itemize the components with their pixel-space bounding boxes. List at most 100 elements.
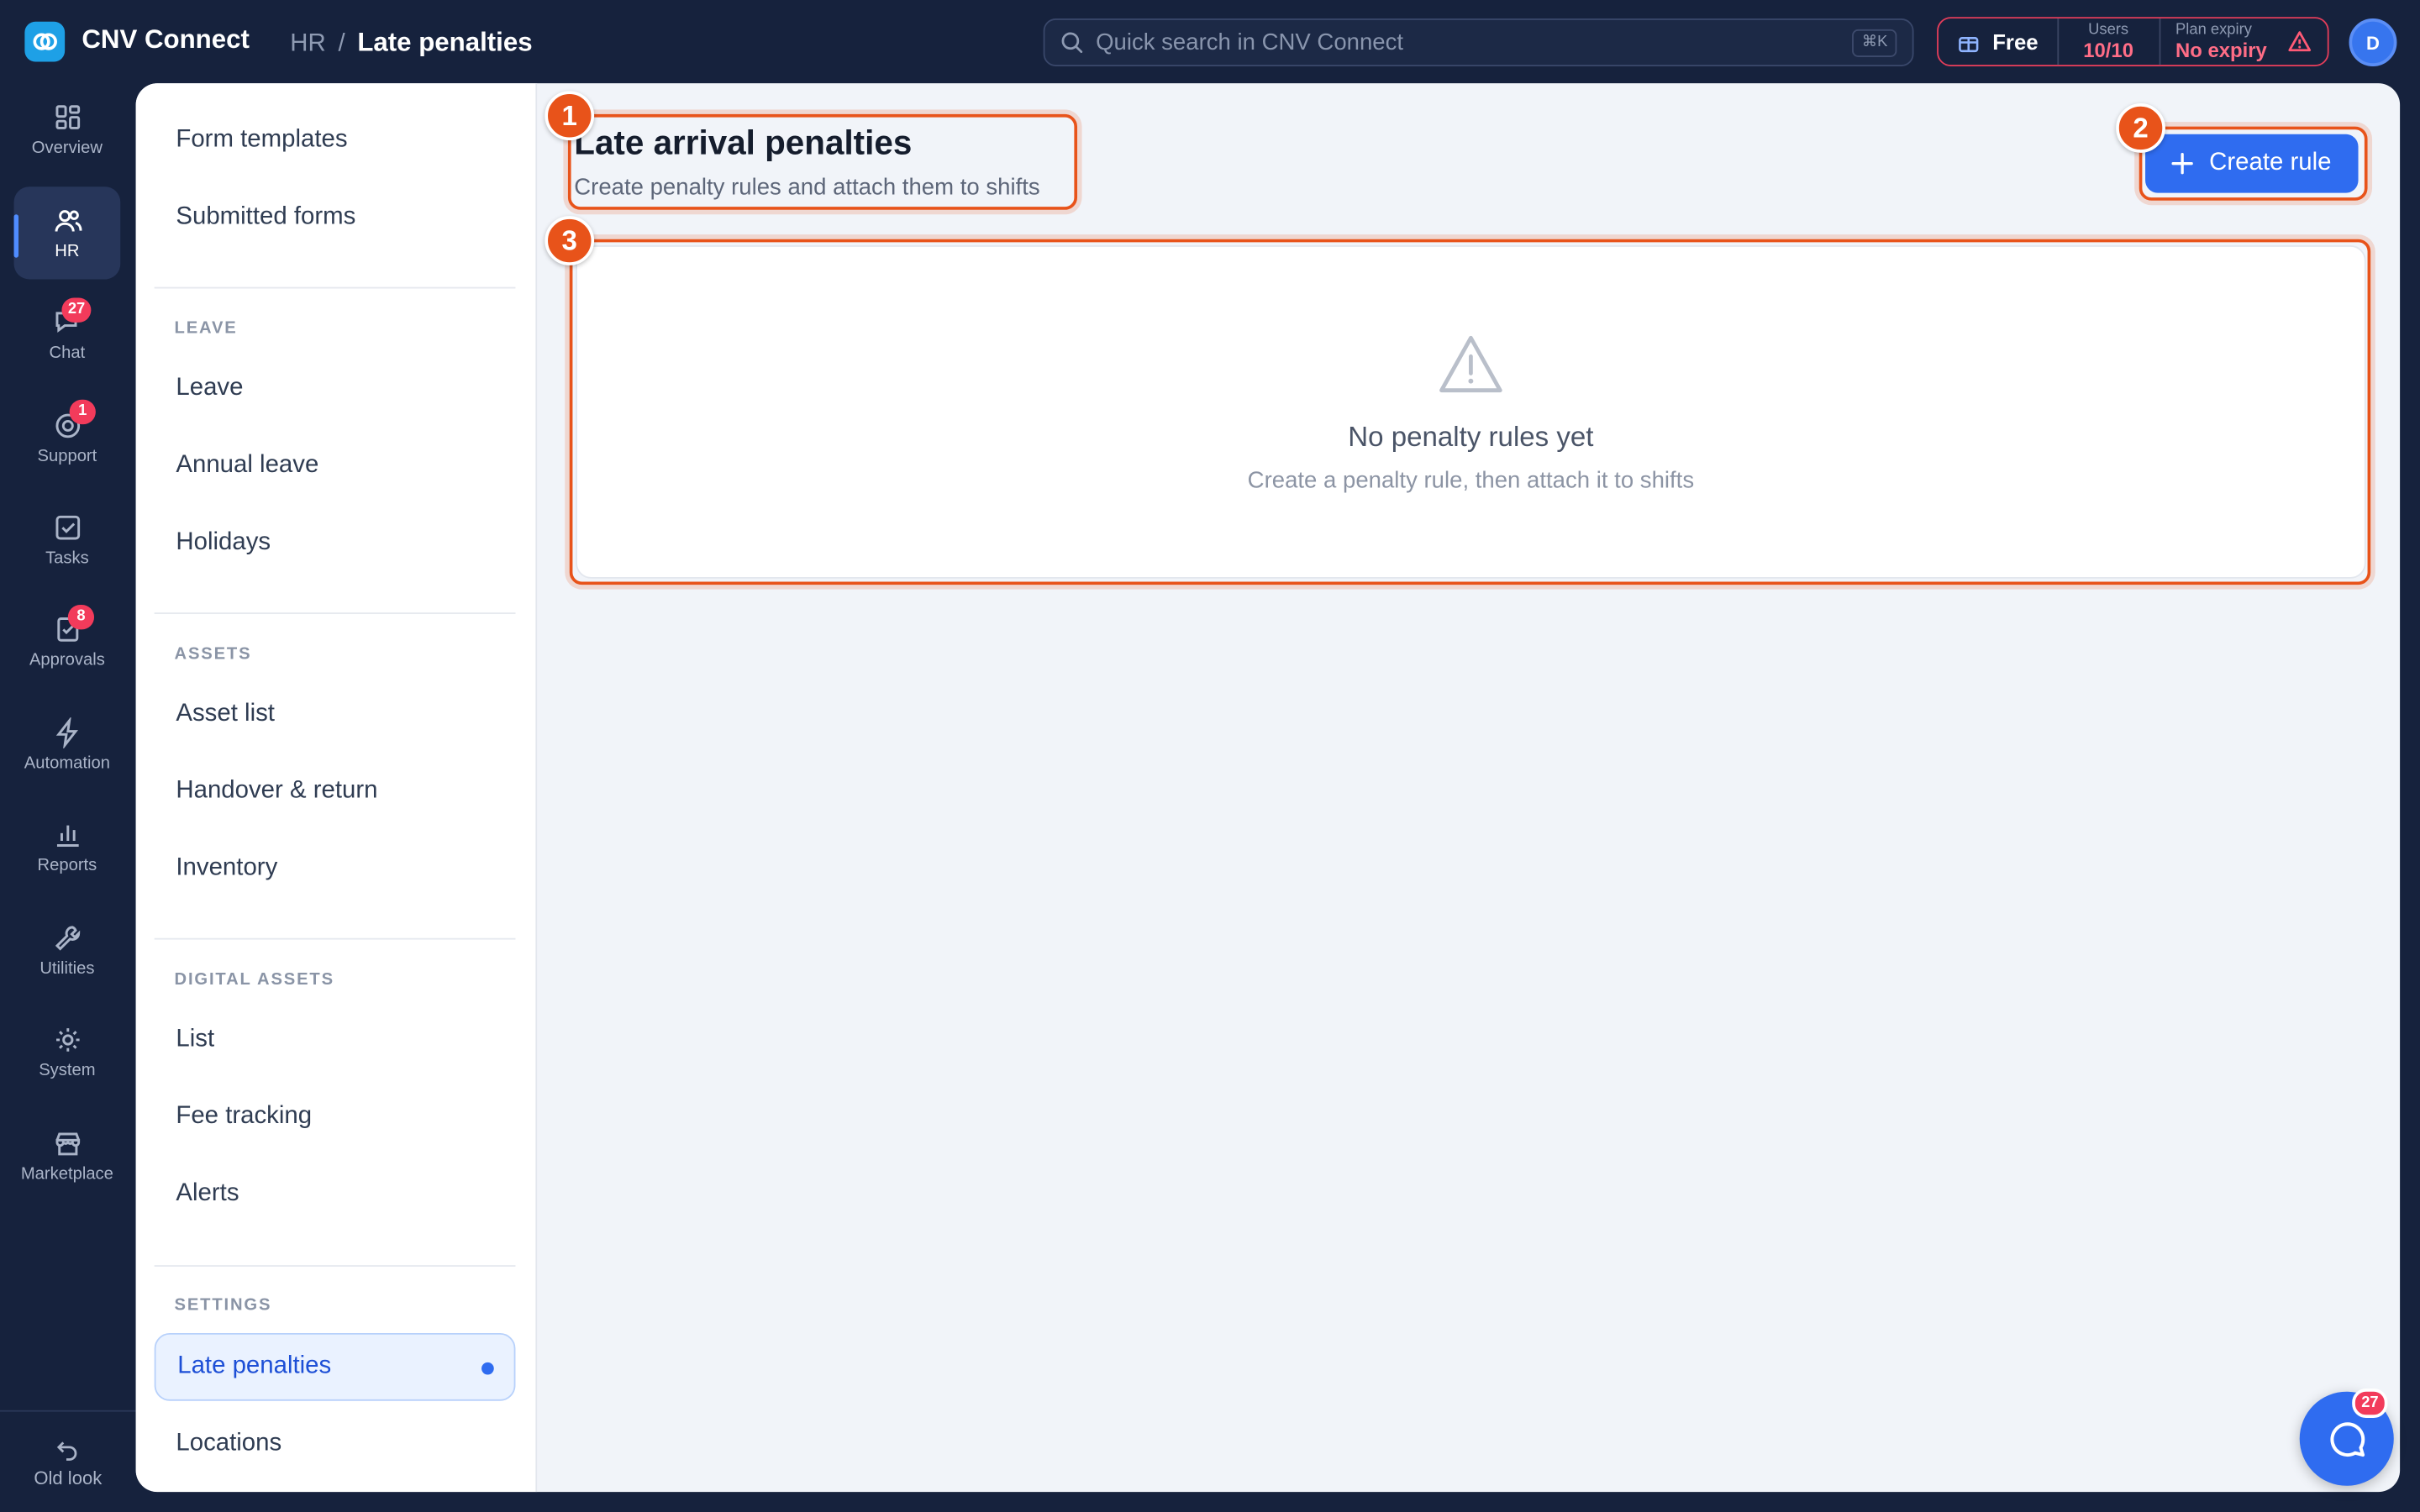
- chat-badge: 27: [61, 297, 92, 323]
- rail-item-hr[interactable]: HR: [13, 186, 121, 280]
- sidebar-item-locations[interactable]: Locations: [155, 1410, 516, 1478]
- sidebar-item-submitted-forms[interactable]: Submitted forms: [155, 184, 516, 252]
- sidebar-item-list[interactable]: List: [155, 1006, 516, 1074]
- sidebar-item-annual-leave[interactable]: Annual leave: [155, 432, 516, 500]
- hr-sidebar: Form templates Submitted forms LEAVE Lea…: [135, 83, 538, 1493]
- warning-triangle-icon: [1439, 335, 1502, 393]
- sidebar-divider: [154, 1265, 516, 1267]
- empty-state-title: No penalty rules yet: [1348, 421, 1594, 453]
- sidebar-item-inventory[interactable]: Inventory: [155, 835, 516, 903]
- breadcrumb-root[interactable]: HR: [290, 31, 325, 59]
- chat-bubble-icon: [2329, 1421, 2365, 1457]
- sidebar-divider: [154, 612, 516, 615]
- rail-item-chat[interactable]: 27 Chat: [14, 288, 121, 381]
- top-bar: CNV Connect HR / Late penalties ⌘K Free …: [0, 0, 2420, 83]
- sidebar-item-asset-list[interactable]: Asset list: [155, 680, 516, 748]
- breadcrumb: HR / Late penalties: [290, 28, 532, 59]
- sidebar-item-label: Asset list: [176, 700, 275, 727]
- sidebar-item-label: Form templates: [176, 126, 348, 153]
- plan-badge[interactable]: Free: [1939, 18, 2059, 66]
- sidebar-item-label: Holidays: [176, 529, 271, 556]
- users-count: Users 10/10: [2058, 18, 2160, 66]
- sidebar-item-label: Fee tracking: [176, 1103, 313, 1130]
- sidebar-item-label: Alerts: [176, 1180, 239, 1207]
- sidebar-item-label: Locations: [176, 1430, 282, 1457]
- search-shortcut: ⌘K: [1852, 29, 1897, 57]
- create-rule-button[interactable]: Create rule: [2145, 134, 2359, 193]
- sidebar-item-label: Submitted forms: [176, 203, 356, 230]
- app-rail: Overview HR 27 Chat 1 Support Tasks 8 Ap…: [0, 83, 136, 1512]
- chat-fab[interactable]: 27: [2299, 1389, 2394, 1486]
- active-indicator-dot: [481, 1362, 494, 1375]
- rail-item-tasks[interactable]: Tasks: [14, 494, 121, 586]
- rail-label: Tasks: [45, 549, 89, 568]
- annotation-marker-1: 1: [544, 91, 595, 141]
- users-label: Users: [2088, 21, 2129, 39]
- sidebar-item-label: Late penalties: [177, 1352, 332, 1380]
- rail-item-automation[interactable]: Automation: [14, 699, 121, 791]
- rail-label: Approvals: [29, 651, 105, 670]
- rail-label: Reports: [37, 856, 97, 875]
- chat-fab-badge: 27: [2352, 1389, 2388, 1418]
- expiry-value: No expiry: [2175, 38, 2267, 62]
- sidebar-item-holidays[interactable]: Holidays: [155, 509, 516, 577]
- user-avatar[interactable]: D: [2349, 18, 2397, 66]
- sidebar-item-leave[interactable]: Leave: [155, 354, 516, 423]
- content-area: Late arrival penalties Create penalty ru…: [537, 83, 2400, 1492]
- section-heading-settings: SETTINGS: [174, 1295, 272, 1315]
- grid-icon: [55, 105, 80, 129]
- rail-label: HR: [55, 242, 80, 261]
- plan-status[interactable]: Free Users 10/10 Plan expiry No expiry: [1937, 17, 2329, 66]
- annotation-marker-2: 2: [2116, 103, 2165, 153]
- plus-icon: [2172, 153, 2194, 175]
- old-look-label: Old look: [34, 1466, 103, 1488]
- empty-state-card: No penalty rules yet Create a penalty ru…: [576, 245, 2366, 579]
- sidebar-item-label: Inventory: [176, 854, 278, 881]
- rail-item-support[interactable]: 1 Support: [14, 392, 121, 485]
- empty-state-icon-wrap: [577, 333, 2365, 403]
- rail-label: Marketplace: [20, 1164, 113, 1184]
- sidebar-item-label: Annual leave: [176, 452, 319, 479]
- plan-name: Free: [1992, 29, 2039, 55]
- search-input[interactable]: [1096, 29, 1822, 56]
- sidebar-item-fee-tracking[interactable]: Fee tracking: [155, 1083, 516, 1151]
- rail-label: Automation: [24, 754, 111, 774]
- section-heading-assets: ASSETS: [174, 644, 252, 664]
- global-search[interactable]: ⌘K: [1043, 18, 1914, 66]
- section-heading-leave: LEAVE: [174, 319, 238, 339]
- users-icon: [54, 210, 82, 232]
- main-panel: Form templates Submitted forms LEAVE Lea…: [135, 83, 2401, 1493]
- rail-label: Support: [37, 447, 97, 466]
- gear-icon: [55, 1028, 79, 1052]
- sidebar-item-late-penalties[interactable]: Late penalties: [154, 1332, 516, 1401]
- bolt-icon: [55, 717, 78, 748]
- store-icon: [55, 1132, 80, 1156]
- sidebar-item-handover-return[interactable]: Handover & return: [155, 758, 516, 826]
- app-logo-icon[interactable]: [24, 21, 66, 62]
- sidebar-item-label: List: [176, 1026, 215, 1053]
- rail-item-overview[interactable]: Overview: [14, 83, 121, 176]
- sidebar-divider: [154, 937, 516, 940]
- rail-item-system[interactable]: System: [14, 1006, 121, 1099]
- sidebar-divider: [154, 286, 516, 289]
- users-value: 10/10: [2083, 38, 2133, 62]
- breadcrumb-separator: /: [338, 30, 345, 57]
- search-icon: [1061, 32, 1083, 54]
- old-look-toggle[interactable]: Old look: [0, 1410, 136, 1512]
- sidebar-item-form-templates[interactable]: Form templates: [155, 107, 516, 175]
- rail-item-approvals[interactable]: 8 Approvals: [14, 596, 121, 688]
- sidebar-item-label: Leave: [176, 375, 244, 402]
- annotation-marker-3: 3: [544, 216, 595, 265]
- rail-label: System: [39, 1061, 96, 1080]
- brand-name: CNV Connect: [82, 24, 250, 55]
- plan-expiry: Plan expiry No expiry: [2160, 18, 2267, 65]
- rail-item-utilities[interactable]: Utilities: [14, 904, 121, 996]
- rail-item-reports[interactable]: Reports: [14, 801, 121, 893]
- rail-item-marketplace[interactable]: Marketplace: [14, 1110, 121, 1202]
- wrench-icon: [54, 926, 80, 951]
- sidebar-item-alerts[interactable]: Alerts: [155, 1160, 516, 1228]
- expiry-label: Plan expiry: [2175, 21, 2252, 39]
- create-rule-label: Create rule: [2209, 150, 2332, 176]
- page-title: Late arrival penalties: [574, 123, 913, 162]
- rail-label: Utilities: [39, 959, 95, 979]
